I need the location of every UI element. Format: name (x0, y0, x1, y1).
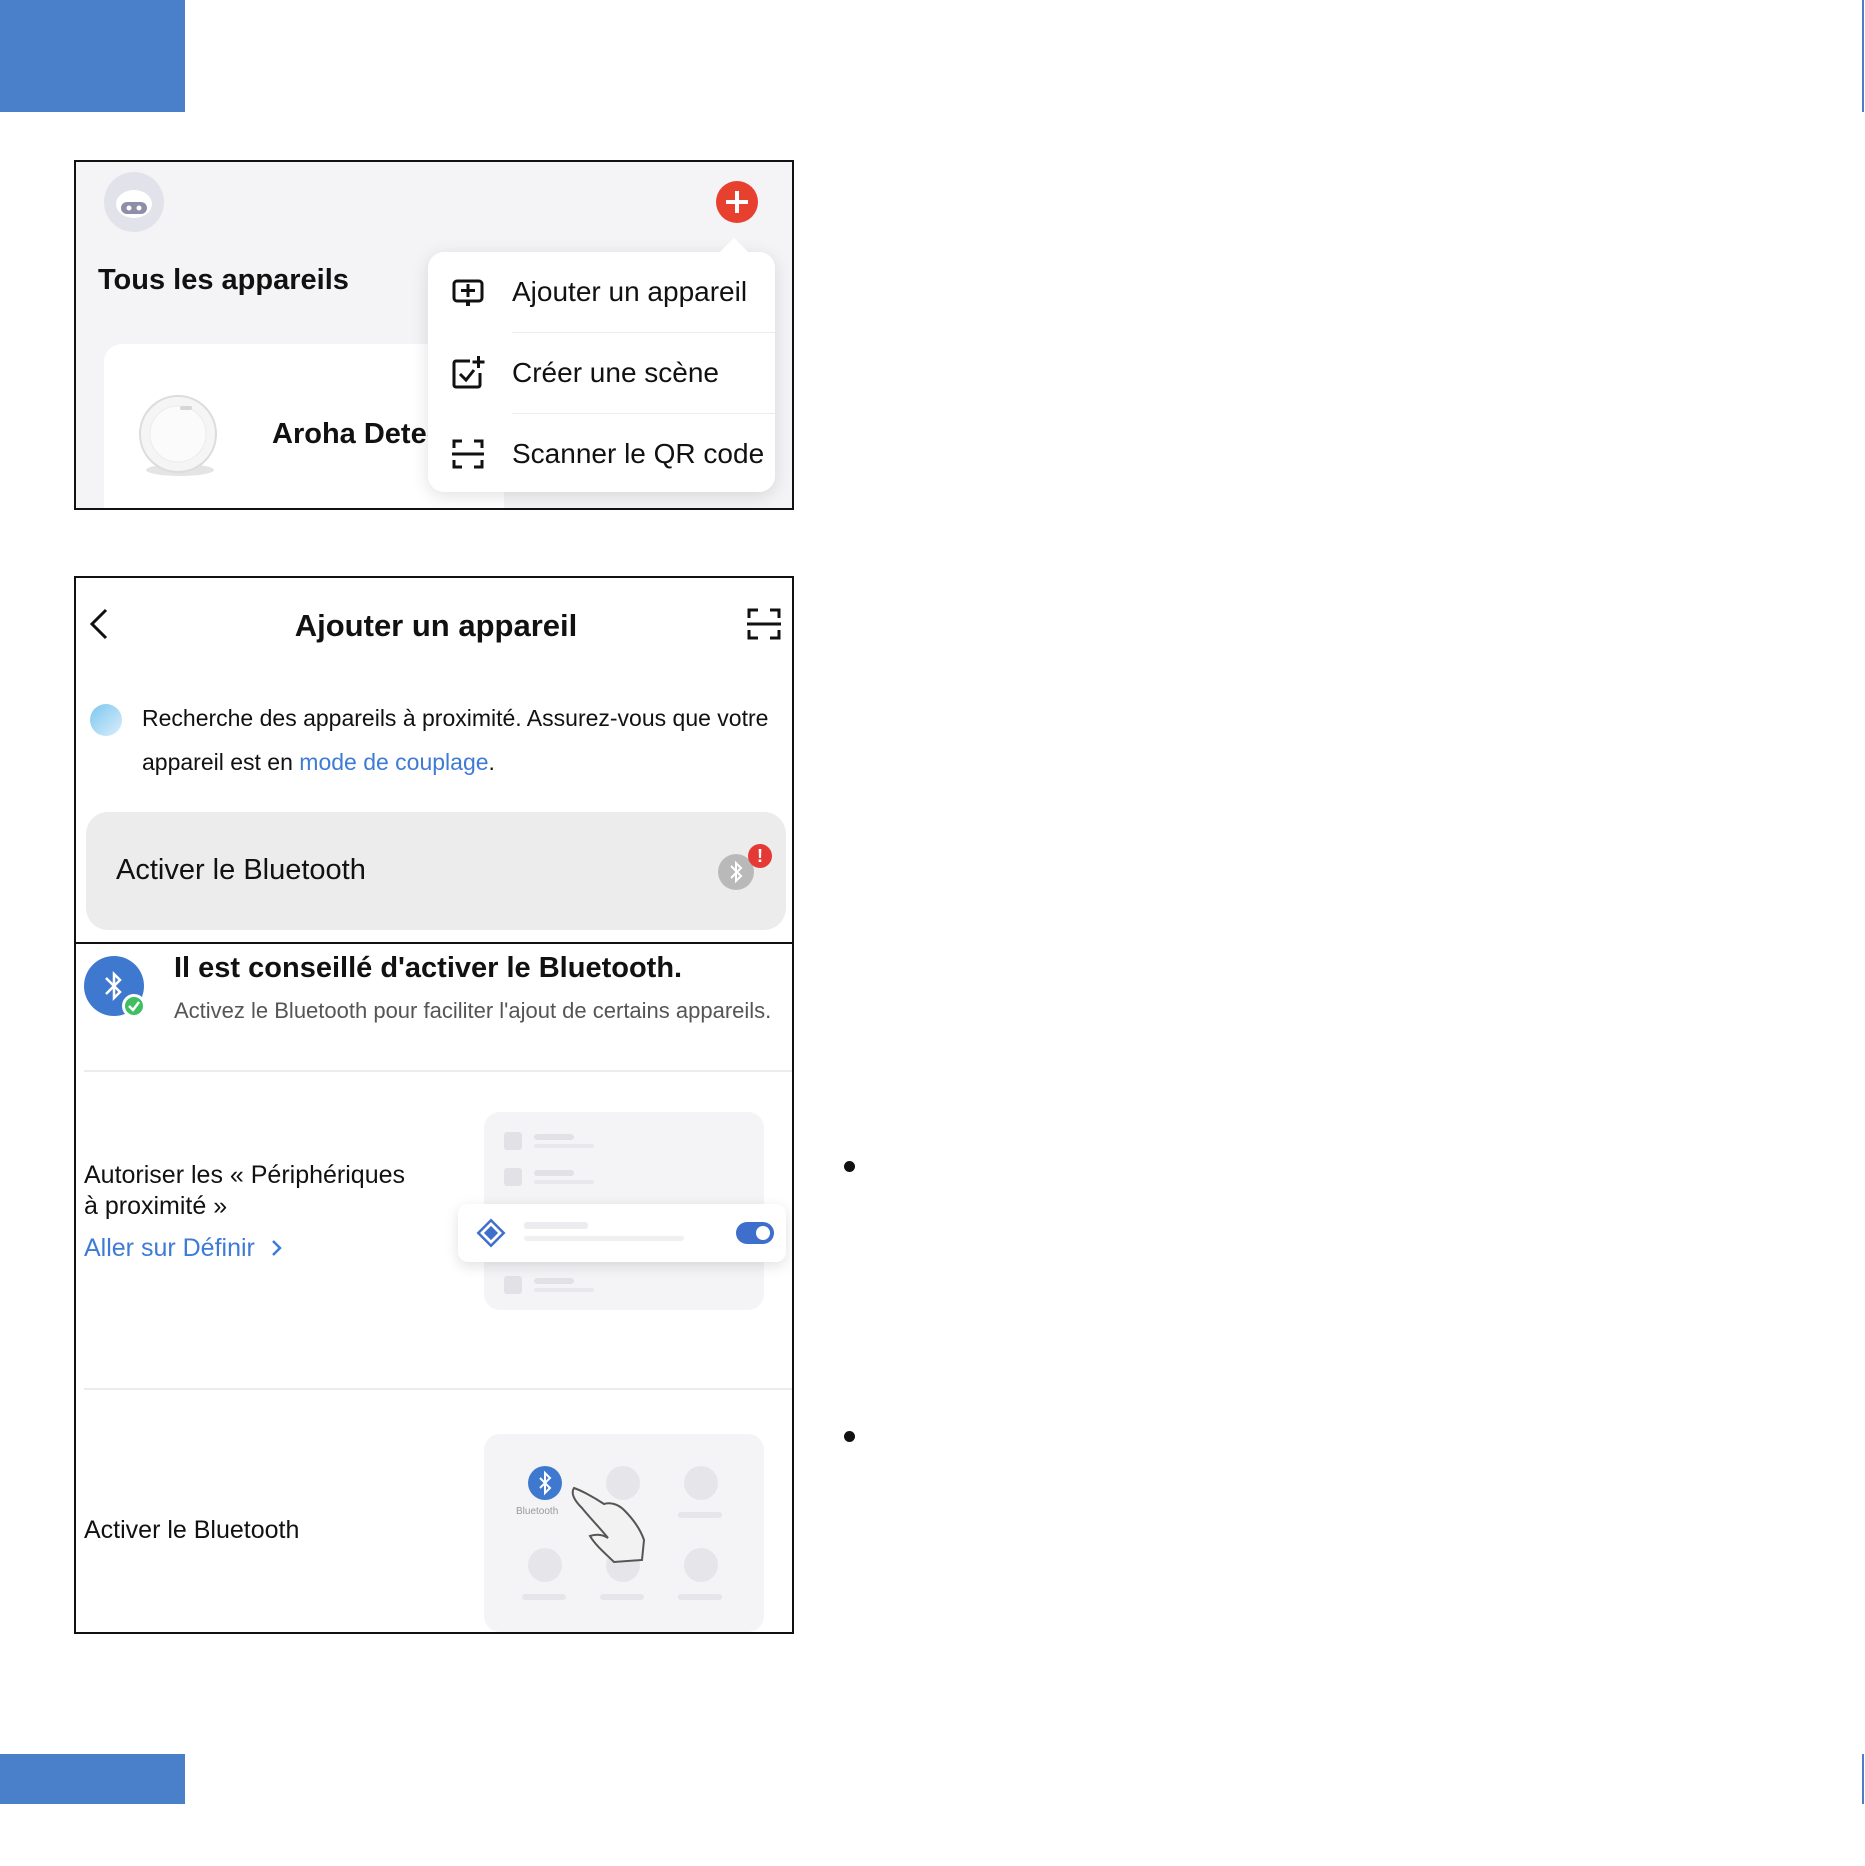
divider (84, 1070, 792, 1072)
bluetooth-tile-label: Bluetooth (516, 1506, 559, 1517)
enable-bluetooth-row[interactable]: Activer le Bluetooth ! (86, 812, 786, 930)
placeholder-line (678, 1594, 722, 1600)
nearby-devices-icon (476, 1218, 506, 1248)
enable-bluetooth-label: Activer le Bluetooth (84, 1516, 300, 1544)
add-menu-popup: Ajouter un appareil Créer une scène Scan… (428, 237, 775, 494)
search-instructions: Recherche des appareils à proximité. Ass… (142, 705, 769, 775)
smoke-detector-image (139, 395, 217, 476)
toggle-switch (736, 1222, 774, 1244)
recommendation-title: Il est conseillé d'activer le Bluetooth. (174, 952, 683, 984)
nearby-devices-permission-label: Autoriser les « Périphériques à proximit… (84, 1161, 405, 1220)
home-screenshot: Tous les appareils Aroha Detecte Ajouter… (74, 160, 794, 510)
divider (84, 1388, 792, 1390)
placeholder-row (504, 1168, 744, 1188)
recommendation-subtitle: Activez le Bluetooth pour faciliter l'aj… (174, 998, 772, 1023)
check-icon (122, 994, 146, 1018)
placeholder-row (504, 1276, 744, 1296)
chevron-right-icon (271, 1240, 282, 1256)
placeholder-tile (684, 1466, 718, 1500)
robot-avatar-icon[interactable] (104, 172, 164, 232)
menu-item-add-device[interactable]: Ajouter un appareil (428, 252, 775, 332)
bullet-1 (844, 1161, 855, 1172)
scan-qr-icon (452, 439, 484, 469)
header-accent-block (0, 0, 185, 112)
footer-accent-block (0, 1754, 185, 1804)
placeholder-line (678, 1512, 722, 1518)
right-edge-line-bottom (1862, 1754, 1864, 1804)
placeholder-line (600, 1594, 644, 1600)
bluetooth-prompt-screenshot: Il est conseillé d'activer le Bluetooth.… (74, 942, 794, 1634)
placeholder-row (504, 1132, 744, 1152)
go-to-settings-link[interactable]: Aller sur Définir (84, 1234, 284, 1263)
placeholder-tile (528, 1548, 562, 1582)
enable-bluetooth-illustration: Bluetooth (484, 1434, 764, 1632)
placeholder-line (524, 1236, 684, 1241)
menu-item-label: Scanner le QR code (512, 438, 765, 469)
menu-item-scan-qr[interactable]: Scanner le QR code (428, 414, 775, 494)
menu-item-label: Ajouter un appareil (512, 276, 748, 307)
alert-badge: ! (748, 844, 772, 868)
menu-item-label: Créer une scène (512, 357, 720, 388)
page-title: Ajouter un appareil (294, 608, 578, 643)
right-edge-line-top (1862, 0, 1864, 112)
placeholder-line (524, 1222, 588, 1229)
enable-bluetooth-label: Activer le Bluetooth (116, 854, 366, 886)
placeholder-tile (684, 1548, 718, 1582)
add-device-icon (452, 279, 484, 306)
pairing-mode-link[interactable]: mode de couplage (299, 749, 488, 775)
add-device-screenshot: Ajouter un appareil Recherche des appare… (74, 576, 794, 945)
tapping-hand-icon (571, 1486, 646, 1564)
menu-item-create-scene[interactable]: Créer une scène (428, 333, 775, 413)
plus-icon[interactable] (716, 181, 758, 223)
create-scene-icon (452, 356, 485, 389)
placeholder-line (522, 1594, 566, 1600)
nearby-devices-toggle-card (458, 1204, 786, 1262)
page-title: Tous les appareils (98, 264, 349, 296)
bluetooth-icon (528, 1466, 562, 1500)
scan-qr-icon[interactable] (746, 606, 782, 642)
searching-spinner-icon (90, 704, 122, 736)
bullet-2 (844, 1431, 855, 1442)
